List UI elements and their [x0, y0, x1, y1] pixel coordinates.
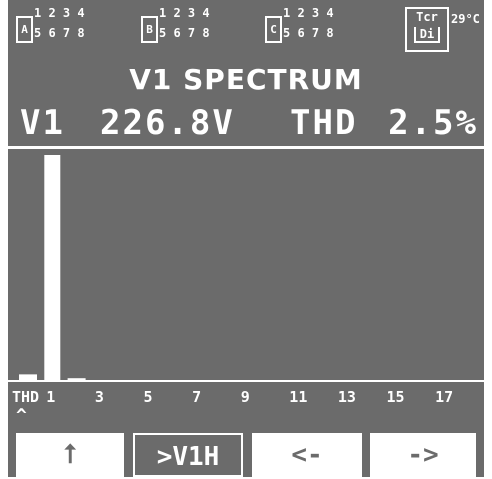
harmonic-axis: THD 1 3 5 7 9 11 13 15 17	[8, 384, 484, 408]
di-label: Di	[413, 27, 441, 43]
voltage-value: 226.8V	[100, 103, 235, 143]
tick-label-thd: THD	[12, 388, 40, 406]
group-a-channels-bottom: 5 6 7 8	[34, 26, 85, 40]
selection-cursor: ^	[16, 405, 27, 426]
group-a-channels-top: 1 2 3 4	[34, 6, 85, 20]
status-bar: A 1 2 3 4 5 6 7 8 B 1 2 3 4 5 6 7 8 C 1 …	[8, 0, 484, 62]
tick-label-9: 9	[240, 388, 250, 406]
tick-label-3: 3	[94, 388, 104, 406]
next-button[interactable]: ->	[370, 433, 476, 477]
spectrum-chart	[16, 149, 484, 380]
group-b-indicator: B	[141, 16, 158, 43]
thd-label: THD	[290, 103, 358, 143]
tick-label-7: 7	[192, 388, 202, 406]
meter-screen: A 1 2 3 4 5 6 7 8 B 1 2 3 4 5 6 7 8 C 1 …	[8, 0, 484, 477]
tick-label-13: 13	[337, 388, 356, 406]
tcr-indicator: Tcr Di	[405, 7, 449, 52]
group-a-indicator: A	[16, 16, 33, 43]
tick-label-15: 15	[386, 388, 405, 406]
chart-baseline	[8, 380, 484, 382]
group-c-channels-bottom: 5 6 7 8	[283, 26, 334, 40]
harmonic-bar-1	[44, 155, 61, 380]
channel-label: V1	[20, 103, 65, 143]
group-b-channels-bottom: 5 6 7 8	[159, 26, 210, 40]
up-button[interactable]: ⭡	[16, 433, 124, 477]
previous-button[interactable]: <-	[252, 433, 362, 477]
group-c-channels-top: 1 2 3 4	[283, 6, 334, 20]
softkey-bar: ⭡ >V1H <- ->	[8, 433, 484, 477]
tick-label-1: 1	[46, 388, 56, 406]
tick-label-11: 11	[289, 388, 308, 406]
tcr-label: Tcr	[416, 10, 438, 24]
temperature-readout: 29°C	[451, 12, 480, 26]
tick-label-5: 5	[143, 388, 153, 406]
thd-value: 2.5%	[388, 103, 478, 143]
spectrum-chart-svg	[19, 155, 86, 380]
tick-label-17: 17	[435, 388, 454, 406]
mode-v1h-button[interactable]: >V1H	[133, 433, 243, 477]
group-c-indicator: C	[265, 16, 282, 43]
page-title: V1 SPECTRUM	[129, 63, 363, 96]
group-b-channels-top: 1 2 3 4	[159, 6, 210, 20]
